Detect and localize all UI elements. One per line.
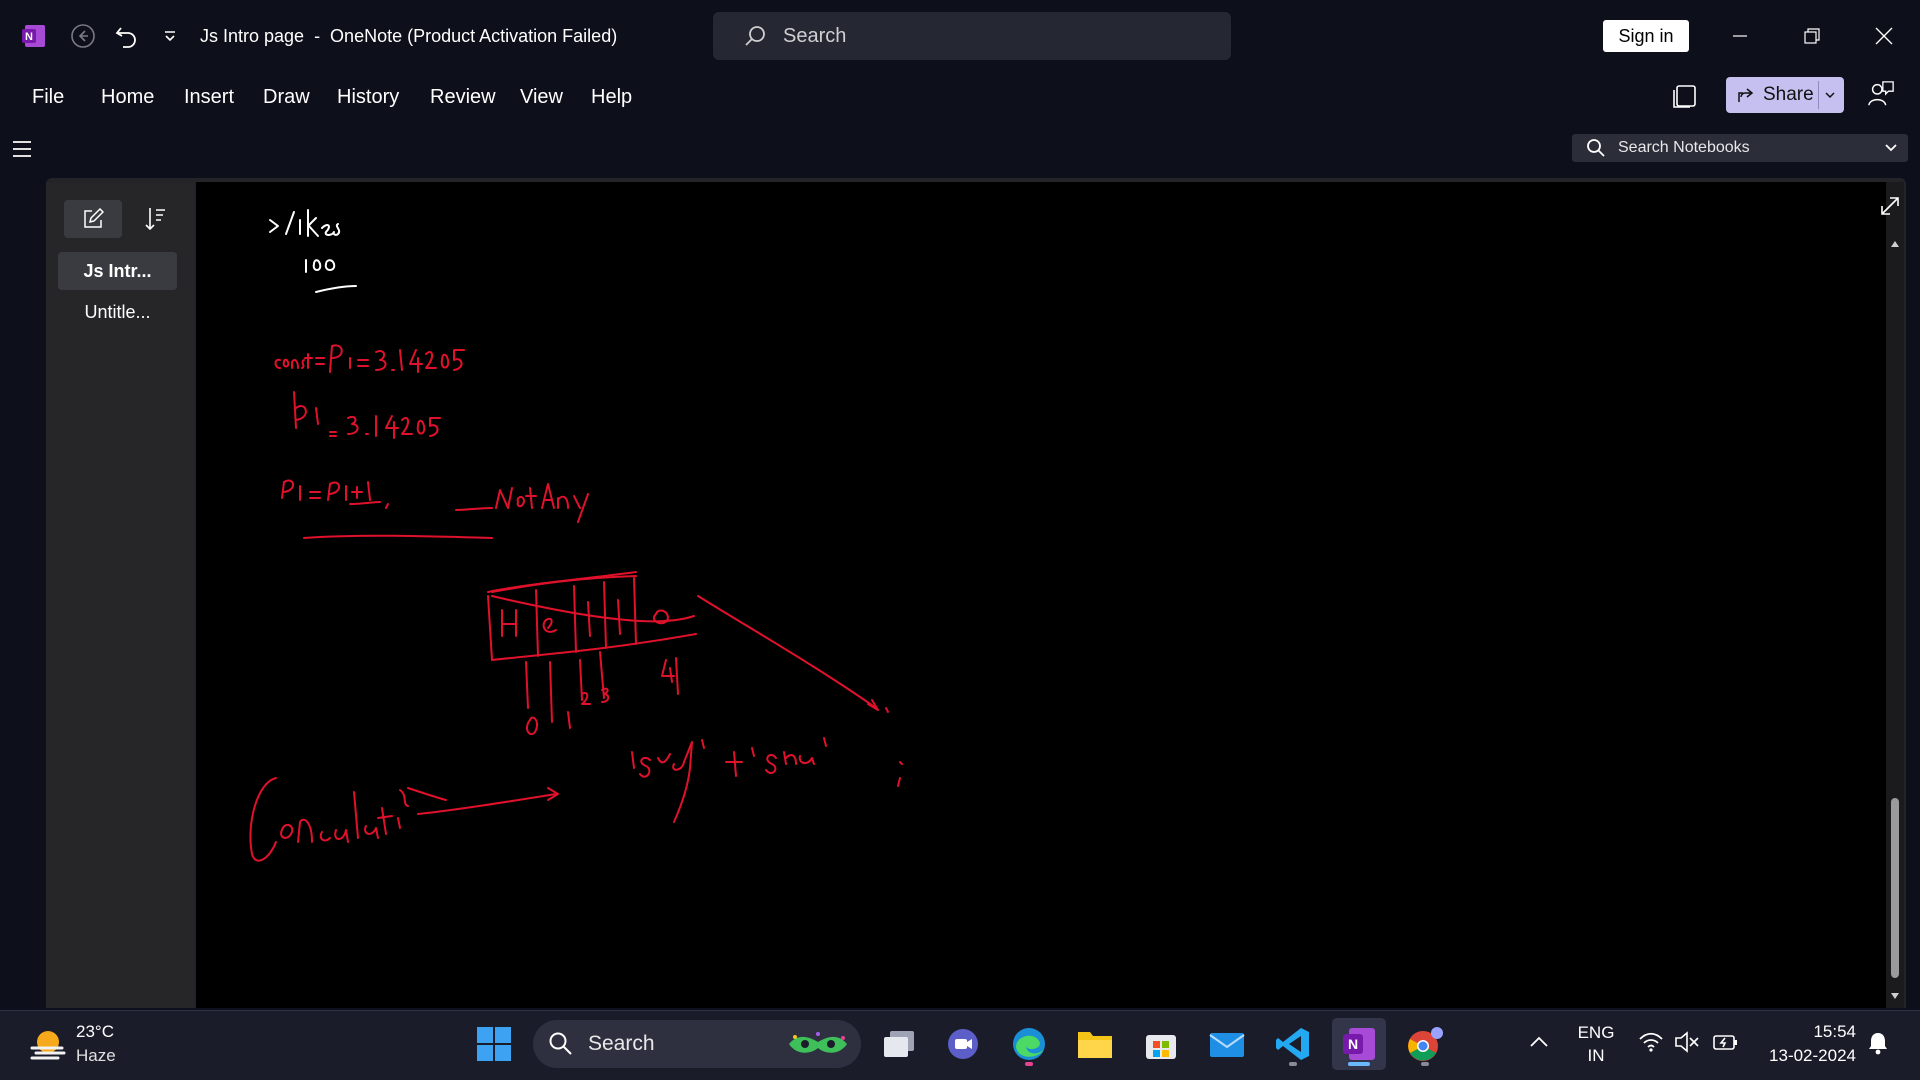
folder-icon <box>1078 1032 1112 1058</box>
tab-review[interactable]: Review <box>430 86 496 109</box>
chat-icon <box>948 1029 978 1059</box>
search-icon <box>1587 139 1605 157</box>
scroll-down-icon[interactable] <box>1890 992 1900 1000</box>
microsoft-store-button[interactable] <box>1134 1018 1188 1070</box>
clock-date[interactable]: 13-02-2024 <box>1769 1046 1856 1066</box>
wifi-icon[interactable] <box>1638 1030 1664 1054</box>
window-title: Js Intro page - OneNote (Product Activat… <box>200 26 618 46</box>
new-page-icon <box>84 208 104 228</box>
scroll-up-icon[interactable] <box>1890 240 1900 248</box>
expand-icon[interactable] <box>1878 194 1902 218</box>
scroll-thumb[interactable] <box>1891 798 1899 978</box>
chrome-button[interactable] <box>1398 1018 1452 1070</box>
svg-text:N: N <box>1348 1036 1358 1052</box>
share-icon <box>1738 88 1754 102</box>
weather-temp: 23°C <box>76 1022 114 1041</box>
vscode-icon <box>1276 1028 1309 1060</box>
sticky-notes-icon[interactable] <box>1671 82 1699 110</box>
undo-icon[interactable] <box>112 22 140 50</box>
onenote-taskbar-button[interactable]: N <box>1332 1018 1386 1070</box>
share-button[interactable]: Share <box>1726 77 1844 113</box>
minimize-icon[interactable] <box>1718 16 1762 56</box>
chevron-down-icon[interactable] <box>1824 89 1836 101</box>
share-label: Share <box>1763 84 1814 105</box>
hamburger-menu-icon[interactable] <box>10 138 34 160</box>
chevron-up-icon[interactable] <box>1528 1034 1550 1050</box>
weather-condition: Haze <box>76 1046 116 1065</box>
handwritten-ink <box>249 209 903 862</box>
tab-file[interactable]: File <box>32 86 64 109</box>
search-icon <box>745 26 765 46</box>
chevron-down-icon[interactable] <box>1882 139 1900 157</box>
title-bar: N Js Intro page - OneNote (Product Activ… <box>0 0 1920 72</box>
quick-access-dropdown-icon[interactable] <box>156 22 184 50</box>
task-view-icon <box>884 1031 914 1057</box>
feedback-icon[interactable] <box>1867 80 1895 108</box>
sort-icon <box>145 208 165 231</box>
note-canvas[interactable] <box>196 182 1886 1008</box>
volume-muted-icon[interactable] <box>1674 1030 1700 1054</box>
notification-bell-icon[interactable] <box>1866 1030 1890 1056</box>
file-explorer-button[interactable] <box>1068 1018 1122 1070</box>
language-bottom[interactable]: IN <box>1576 1046 1616 1066</box>
share-separator <box>1818 81 1819 109</box>
page-item-js-intro[interactable]: Js Intr... <box>58 252 177 290</box>
clock-time[interactable]: 15:54 <box>1813 1022 1856 1042</box>
tab-home[interactable]: Home <box>101 86 154 109</box>
chrome-icon <box>1408 1027 1443 1061</box>
search-notebooks-box[interactable]: Search Notebooks <box>1572 134 1908 162</box>
tab-insert[interactable]: Insert <box>184 86 234 109</box>
tab-history[interactable]: History <box>337 86 399 109</box>
sort-pages-button[interactable] <box>140 202 170 236</box>
tab-help[interactable]: Help <box>591 86 632 109</box>
mail-icon <box>1209 1033 1245 1057</box>
edge-running-indicator <box>1025 1062 1033 1066</box>
chrome-running-indicator <box>1421 1062 1429 1066</box>
sign-in-button[interactable]: Sign in <box>1603 20 1689 52</box>
taskbar-search-label: Search <box>588 1032 655 1055</box>
search-icon <box>549 1032 572 1055</box>
teams-chat-button[interactable] <box>936 1018 990 1070</box>
page-item-untitled[interactable]: Untitle... <box>58 293 177 331</box>
title-search-placeholder: Search <box>783 24 847 47</box>
edge-browser-button[interactable] <box>1002 1018 1056 1070</box>
add-page-button[interactable] <box>64 200 122 238</box>
onenote-active-indicator <box>1348 1062 1370 1066</box>
close-icon[interactable] <box>1862 16 1906 56</box>
onenote-icon: N <box>1343 1028 1375 1060</box>
onenote-logo-icon: N <box>22 25 45 47</box>
carnival-mask-icon <box>789 1032 847 1053</box>
taskbar-search[interactable]: Search <box>533 1020 861 1068</box>
restore-icon[interactable] <box>1790 16 1834 56</box>
vscode-running-indicator <box>1289 1062 1297 1066</box>
title-search-box[interactable]: Search <box>713 12 1231 60</box>
tab-view[interactable]: View <box>520 86 563 109</box>
windows-logo-icon <box>477 1027 511 1061</box>
back-icon[interactable] <box>69 22 97 50</box>
battery-charging-icon[interactable] <box>1712 1030 1740 1054</box>
store-icon <box>1146 1035 1176 1059</box>
language-top[interactable]: ENG <box>1576 1023 1616 1043</box>
svg-text:N: N <box>25 31 33 43</box>
edge-icon <box>1013 1028 1045 1060</box>
tab-draw[interactable]: Draw <box>263 86 310 109</box>
task-view-button[interactable] <box>872 1018 926 1070</box>
vscode-button[interactable] <box>1266 1018 1320 1070</box>
search-notebooks-placeholder: Search Notebooks <box>1618 139 1750 156</box>
start-button[interactable] <box>467 1018 521 1070</box>
weather-haze-icon[interactable] <box>28 1024 68 1064</box>
mail-button[interactable] <box>1200 1018 1254 1070</box>
